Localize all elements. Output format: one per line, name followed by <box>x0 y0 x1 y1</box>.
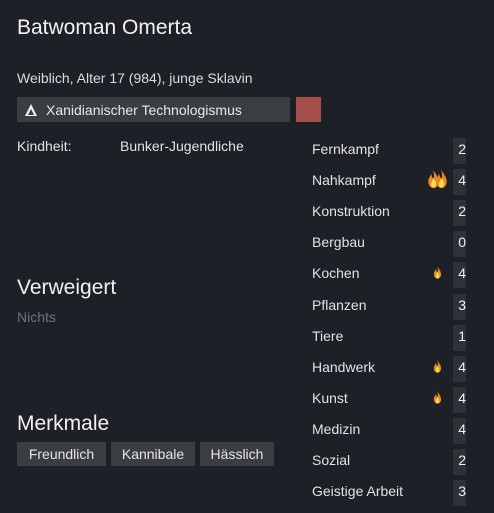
skill-level: 4 <box>458 389 466 406</box>
faction-icon <box>25 103 37 116</box>
skill-name: Bergbau <box>312 234 365 251</box>
skill-name: Sozial <box>312 452 351 468</box>
skill-level: 3 <box>458 483 466 500</box>
skill-level: 3 <box>458 296 466 313</box>
trait-tag[interactable]: Kannibale <box>111 442 195 466</box>
skill-name: Tiere <box>312 327 344 344</box>
skill-row[interactable]: Kochen 4 <box>312 262 494 295</box>
refused-heading: Verweigert <box>17 276 117 299</box>
skill-level: 4 <box>458 358 466 375</box>
pawn-description: Weiblich, Alter 17 (984), junge Sklavin <box>17 70 253 86</box>
skill-row[interactable]: Medizin 4 <box>312 417 494 451</box>
skill-name: Konstruktion <box>312 203 390 220</box>
skill-name: Kunst <box>312 389 348 406</box>
flame-icon <box>433 390 442 409</box>
skill-level: 4 <box>458 172 466 189</box>
backstory-value[interactable]: Bunker-Jugendliche <box>120 138 244 154</box>
skill-level: 4 <box>458 265 466 282</box>
traits-heading: Merkmale <box>17 412 110 435</box>
skill-row[interactable]: Konstruktion 2 <box>312 200 494 233</box>
skill-name: Kochen <box>312 265 360 282</box>
skill-name: Medizin <box>312 420 361 437</box>
skill-level: 2 <box>458 203 466 220</box>
double-flame-icon <box>427 169 448 194</box>
skill-row[interactable]: Pflanzen 3 <box>312 293 494 327</box>
skill-row[interactable]: Bergbau 0 <box>312 231 494 264</box>
skill-row[interactable]: Kunst 4 <box>312 386 494 420</box>
skill-name: Handwerk <box>312 358 376 375</box>
faction-color-swatch[interactable] <box>296 97 321 122</box>
skill-level: 4 <box>458 420 466 437</box>
skill-name: Nahkampf <box>312 172 376 189</box>
faction-label: Xanidianischer Technologismus <box>46 101 242 118</box>
faction-button[interactable]: Xanidianischer Technologismus <box>17 97 290 122</box>
flame-icon <box>433 359 442 378</box>
pawn-name: Batwoman Omerta <box>17 16 193 39</box>
trait-tag[interactable]: Freundlich <box>17 442 106 466</box>
skill-row[interactable]: Tiere 1 <box>312 324 494 358</box>
skill-name: Pflanzen <box>312 296 367 313</box>
skill-level: 1 <box>458 327 466 344</box>
backstory-label: Kindheit: <box>17 138 72 154</box>
skill-name: Fernkampf <box>312 141 379 157</box>
skill-name: Geistige Arbeit <box>312 483 404 500</box>
skill-row[interactable]: Nahkampf 4 <box>312 169 494 202</box>
skill-level: 2 <box>458 141 466 157</box>
refused-value: Nichts <box>17 309 56 325</box>
skill-row[interactable]: Fernkampf 2 <box>312 138 494 171</box>
skill-row[interactable]: Handwerk 4 <box>312 355 494 389</box>
flame-icon <box>433 266 442 284</box>
skill-row[interactable]: Geistige Arbeit 3 <box>312 480 494 513</box>
skill-row[interactable]: Sozial 2 <box>312 449 494 482</box>
skill-level: 2 <box>458 452 466 468</box>
skill-level: 0 <box>458 234 466 251</box>
trait-tag[interactable]: Hässlich <box>200 442 274 466</box>
